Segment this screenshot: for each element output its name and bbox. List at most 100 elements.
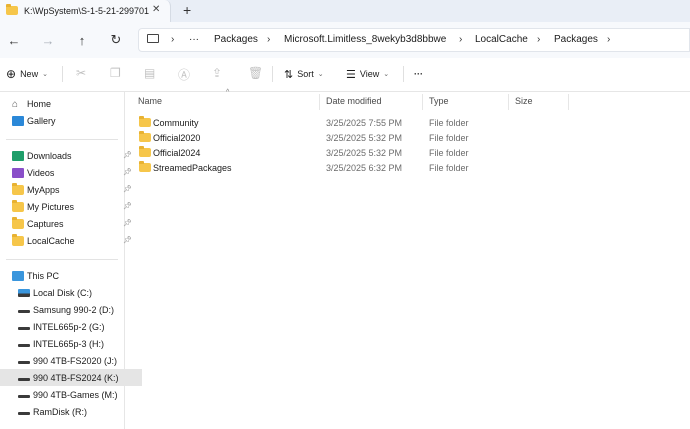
sidebar-item-drive-k[interactable]: 990 4TB-FS2024 (K:) xyxy=(0,369,142,386)
share-icon[interactable]: ⇪ xyxy=(212,66,222,80)
divider xyxy=(6,259,118,260)
drive-icon xyxy=(18,394,30,398)
file-date: 3/25/2025 6:32 PM xyxy=(326,163,403,173)
copy-icon[interactable]: ❐ xyxy=(110,66,121,80)
back-arrow-icon[interactable]: ← xyxy=(6,32,22,48)
folder-icon xyxy=(139,116,151,127)
see-more-button[interactable]: ··· xyxy=(414,66,423,82)
sidebar-item-my-pictures[interactable]: My Pictures 📌︎ xyxy=(0,198,136,215)
plus-circle-icon: ⊕ xyxy=(6,67,17,81)
refresh-icon[interactable]: ↻ xyxy=(108,32,124,48)
chevron-right-icon[interactable]: › xyxy=(171,34,174,45)
file-row[interactable]: Official2020 3/25/2025 5:32 PM File fold… xyxy=(130,131,560,146)
breadcrumb-packages-current[interactable]: Packages xyxy=(554,34,598,45)
column-header-date[interactable]: Date modified xyxy=(326,96,382,106)
system-drive-icon xyxy=(18,288,30,297)
chevron-right-icon[interactable]: › xyxy=(607,34,610,45)
sidebar-item-drive-g[interactable]: INTEL665p-2 (G:) xyxy=(0,318,142,335)
pin-icon[interactable]: 📌︎ xyxy=(123,219,132,227)
sidebar-item-localcache[interactable]: LocalCache 📌︎ xyxy=(0,232,136,249)
sidebar-item-drive-r[interactable]: RamDisk (R:) xyxy=(0,403,142,420)
pin-icon[interactable]: 📌︎ xyxy=(123,185,132,193)
sidebar-item-label: 990 4TB-FS2020 (J:) xyxy=(33,355,118,366)
breadcrumb-package-folder[interactable]: Microsoft.Limitless_8wekyb3d8bbwe xyxy=(284,34,446,45)
column-header-name[interactable]: Name xyxy=(138,96,162,106)
file-type: File folder xyxy=(429,163,469,173)
chevron-right-icon[interactable]: › xyxy=(459,34,462,45)
sidebar-item-home[interactable]: ⌂ Home xyxy=(0,95,136,112)
navigation-bar: ← → ↑ ↻ › ··· Packages › Microsoft.Limit… xyxy=(0,22,690,58)
column-divider[interactable] xyxy=(422,94,423,110)
file-name: Official2020 xyxy=(153,133,201,143)
rename-icon[interactable]: Ⓐ xyxy=(178,66,190,83)
sidebar-item-label: 990 4TB-Games (M:) xyxy=(33,389,118,400)
folder-icon xyxy=(6,4,18,15)
chevron-down-icon: ⌄ xyxy=(42,71,48,78)
file-row[interactable]: Community 3/25/2025 7:55 PM File folder xyxy=(130,116,560,131)
navigation-pane: ⌂ Home Gallery Downloads 📌︎ Videos 📌︎ My… xyxy=(0,92,142,429)
tab-title: K:\WpSystem\S-1-5-21-299701 xyxy=(24,6,150,16)
sidebar-item-drive-m[interactable]: 990 4TB-Games (M:) xyxy=(0,386,142,403)
folder-icon xyxy=(12,233,24,246)
sidebar-item-label: RamDisk (R:) xyxy=(33,406,87,417)
sidebar-item-downloads[interactable]: Downloads 📌︎ xyxy=(0,147,136,164)
sidebar-item-drive-d[interactable]: Samsung 990-2 (D:) xyxy=(0,301,142,318)
close-icon[interactable]: ✕ xyxy=(152,4,160,15)
column-header-size[interactable]: Size xyxy=(515,96,533,106)
sidebar-item-label: This PC xyxy=(27,270,60,281)
sort-ascending-icon: ^ xyxy=(226,89,230,96)
breadcrumb-more[interactable]: ··· xyxy=(189,34,199,45)
folder-icon xyxy=(12,182,24,195)
paste-icon[interactable]: ▤ xyxy=(144,66,155,80)
sidebar-item-gallery[interactable]: Gallery xyxy=(0,112,136,129)
chevron-right-icon[interactable]: › xyxy=(267,34,270,45)
sort-label: Sort xyxy=(297,69,314,79)
sidebar-item-label: Videos xyxy=(27,167,55,178)
folder-icon xyxy=(139,146,151,157)
file-date: 3/25/2025 5:32 PM xyxy=(326,148,403,158)
sidebar-item-label: Downloads xyxy=(27,150,72,161)
sidebar-item-myapps[interactable]: MyApps 📌︎ xyxy=(0,181,136,198)
up-arrow-icon[interactable]: ↑ xyxy=(74,32,90,48)
pin-icon[interactable]: 📌︎ xyxy=(123,202,132,210)
new-button[interactable]: ⊕ New ⌄ xyxy=(6,66,48,82)
sort-button[interactable]: ⇅ Sort ⌄ xyxy=(284,66,324,82)
folder-icon xyxy=(12,216,24,229)
column-divider[interactable] xyxy=(568,94,569,110)
column-header-type[interactable]: Type xyxy=(429,96,449,106)
drive-icon xyxy=(18,360,30,364)
file-type: File folder xyxy=(429,133,469,143)
computer-icon xyxy=(12,270,24,281)
file-row[interactable]: StreamedPackages 3/25/2025 6:32 PM File … xyxy=(130,161,560,176)
pin-icon[interactable]: 📌︎ xyxy=(123,236,132,244)
sidebar-item-label: 990 4TB-FS2024 (K:) xyxy=(33,372,119,383)
drive-icon xyxy=(18,377,30,381)
drive-icon xyxy=(18,343,30,347)
address-bar[interactable]: › ··· Packages › Microsoft.Limitless_8we… xyxy=(138,28,690,52)
sidebar-item-label: Gallery xyxy=(27,115,56,126)
sidebar-item-captures[interactable]: Captures 📌︎ xyxy=(0,215,136,232)
breadcrumb-localcache[interactable]: LocalCache xyxy=(475,34,528,45)
delete-icon[interactable]: 🗑︎ xyxy=(248,66,263,80)
sidebar-item-drive-c[interactable]: Local Disk (C:) xyxy=(0,284,142,301)
monitor-icon xyxy=(147,34,159,43)
sidebar-item-drive-j[interactable]: 990 4TB-FS2020 (J:) xyxy=(0,352,142,369)
tab-active[interactable]: K:\WpSystem\S-1-5-21-299701 ✕ xyxy=(0,0,171,22)
sidebar-item-drive-h[interactable]: INTEL665p-3 (H:) xyxy=(0,335,142,352)
sidebar-item-this-pc[interactable]: This PC xyxy=(0,267,136,284)
downloads-icon xyxy=(12,150,24,161)
chevron-right-icon[interactable]: › xyxy=(537,34,540,45)
home-icon: ⌂ xyxy=(12,98,19,110)
column-divider[interactable] xyxy=(508,94,509,110)
sidebar-item-videos[interactable]: Videos 📌︎ xyxy=(0,164,136,181)
new-tab-button[interactable]: + xyxy=(183,2,191,18)
file-row[interactable]: Official2024 3/25/2025 5:32 PM File fold… xyxy=(130,146,560,161)
breadcrumb-packages[interactable]: Packages xyxy=(214,34,258,45)
cut-icon[interactable]: ✂ xyxy=(76,66,86,80)
sidebar-item-label: MyApps xyxy=(27,184,60,195)
folder-icon xyxy=(139,131,151,142)
folder-icon xyxy=(139,161,151,172)
forward-arrow-icon[interactable]: → xyxy=(40,32,56,48)
view-button[interactable]: ☰ View ⌄ xyxy=(346,66,389,82)
column-divider[interactable] xyxy=(319,94,320,110)
